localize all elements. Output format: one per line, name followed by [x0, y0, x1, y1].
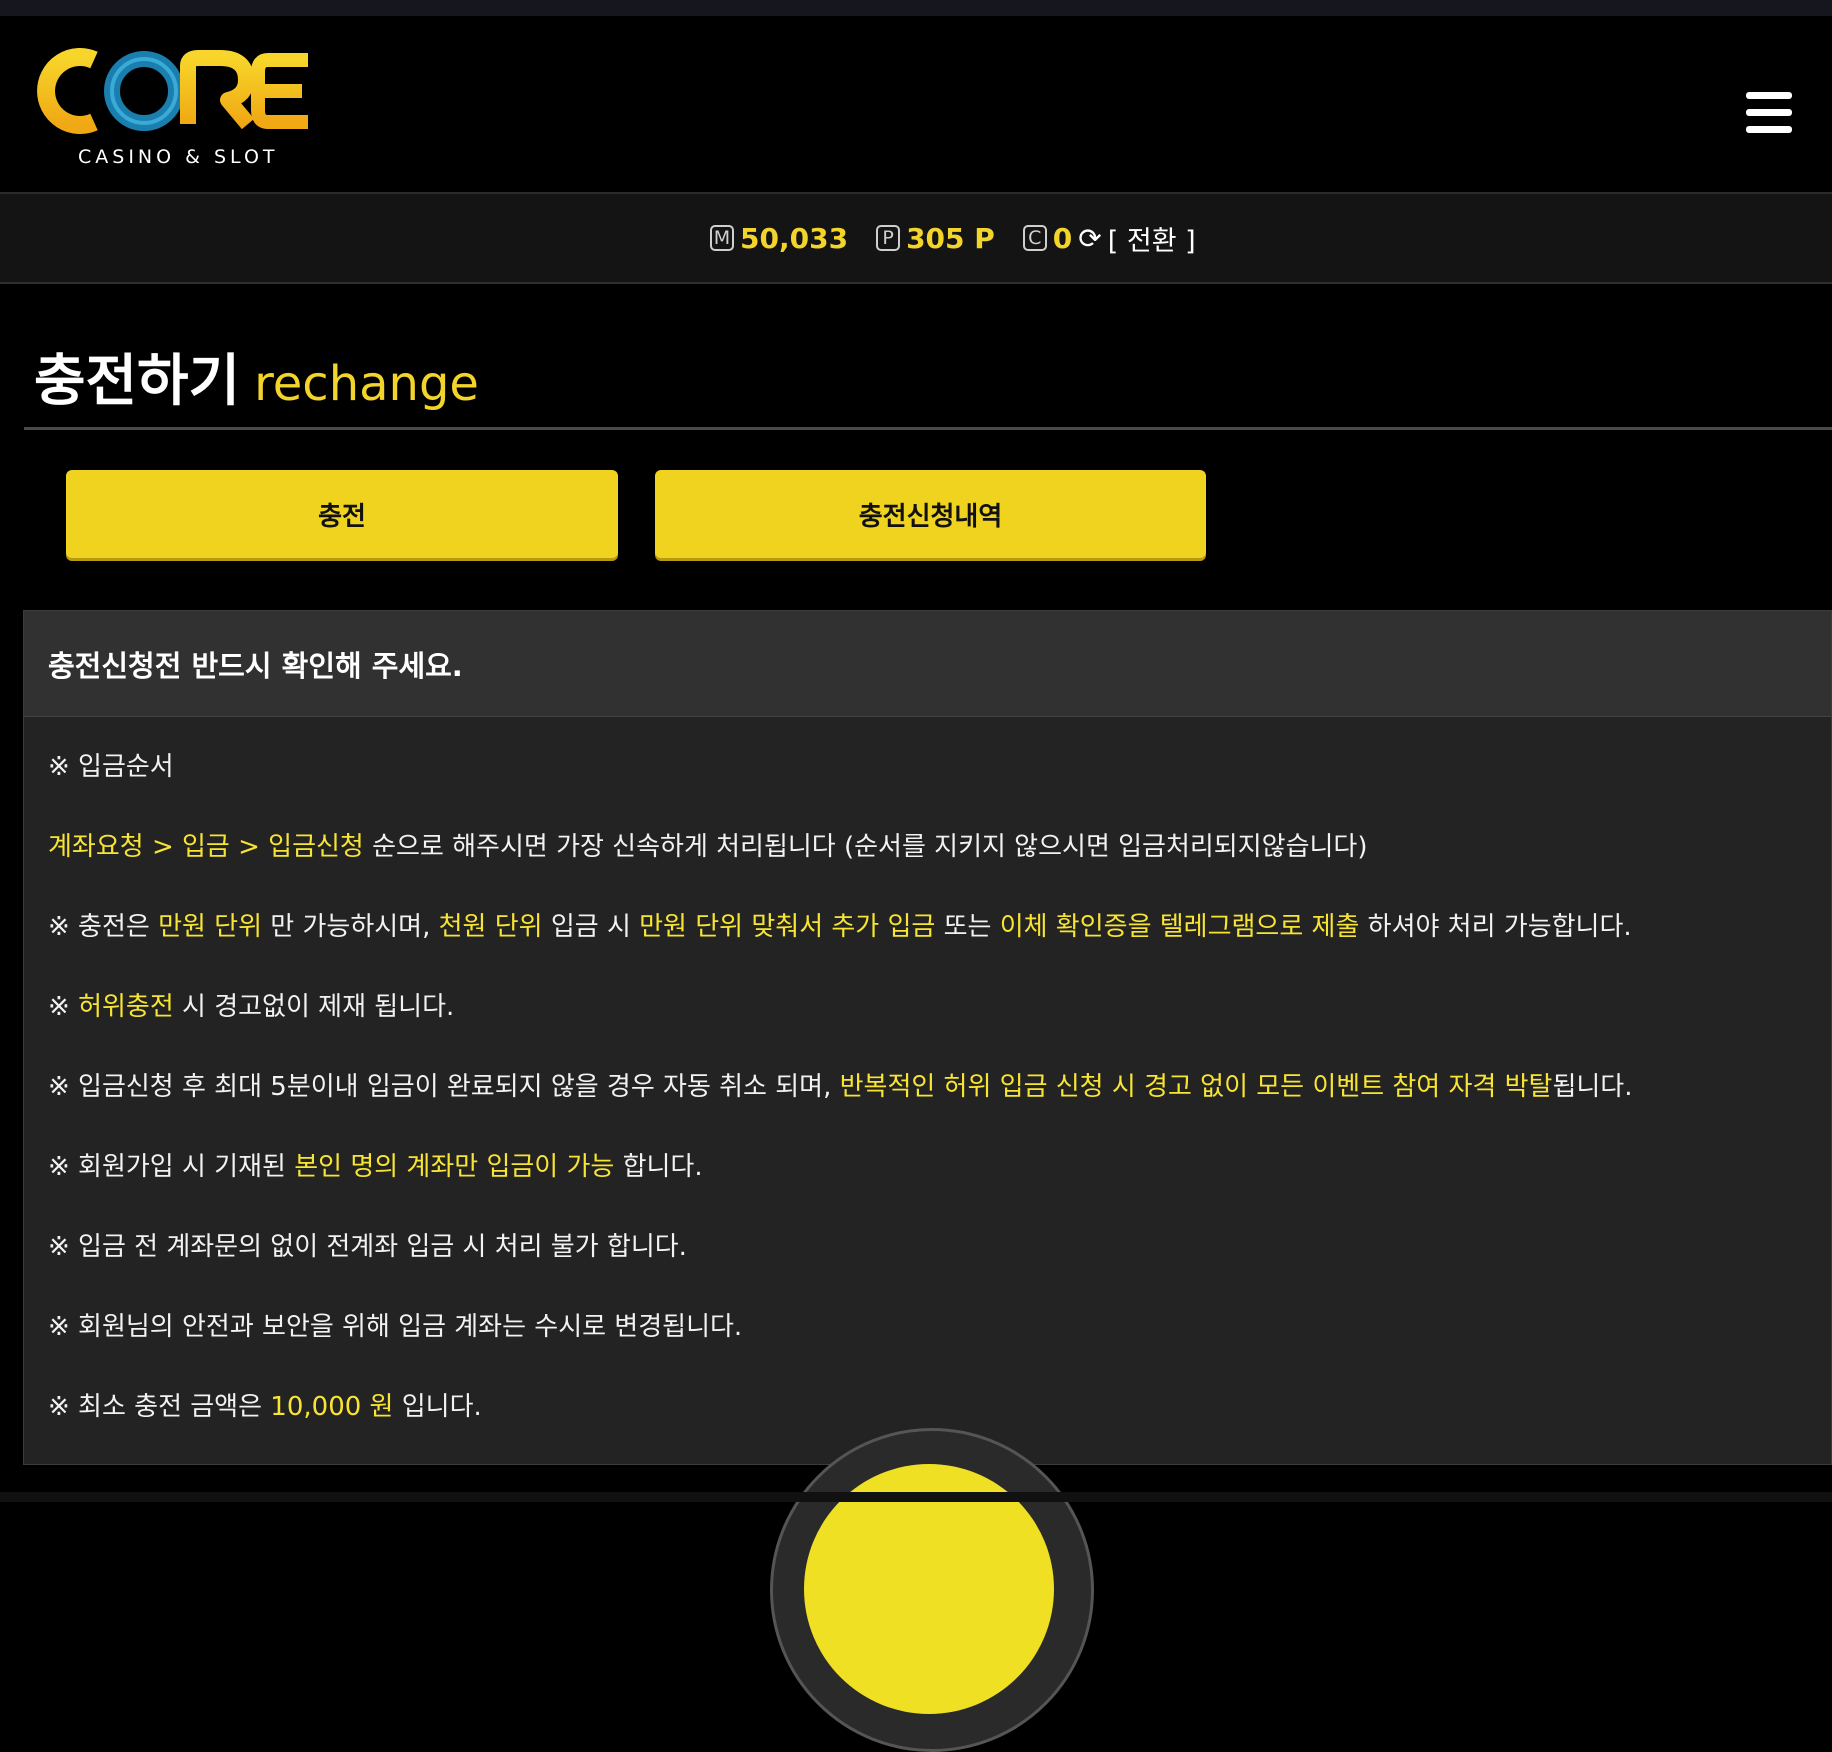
balance-bar: M 50,033 P 305 P C 0 ⟳ [ 전환 ] [0, 194, 1832, 284]
highlight-text: 만원 단위 맞춰서 추가 입금 [639, 912, 936, 942]
coin-balance: 0 [1052, 221, 1073, 255]
notice-line: ※ 회원가입 시 기재된 본인 명의 계좌만 입금이 가능 합니다. [48, 1141, 1831, 1221]
money-icon: M [710, 225, 734, 251]
highlight-text: 계좌요청 > 입금 > 입금신청 [48, 832, 364, 862]
balance-info: M 50,033 P 305 P C 0 ⟳ [ 전환 ] [710, 219, 1196, 258]
notice-text: 만 가능하시며, [262, 912, 439, 942]
point-icon: P [876, 225, 901, 251]
tab-charge[interactable]: 충전 [66, 470, 618, 558]
notice-text: ※ 충전은 [48, 912, 159, 942]
notice-line: ※ 회원님의 안전과 보안을 위해 입금 계좌는 수시로 변경됩니다. [48, 1312, 743, 1342]
notice-text: 됩니다. [1552, 1072, 1633, 1102]
notice-text: ※ [48, 992, 79, 1022]
tab-charge-history[interactable]: 충전신청내역 [655, 470, 1206, 558]
notice-heading: 충전신청전 반드시 확인해 주세요. [48, 648, 463, 683]
money-balance: 50,033 [740, 221, 849, 255]
highlight-text: 본인 명의 계좌만 입금이 가능 [294, 1152, 615, 1182]
highlight-text: 천원 단위 [438, 912, 543, 942]
notice-text: ※ 입금신청 후 최대 5분이내 입금이 완료되지 않을 경우 자동 취소 되며… [48, 1072, 840, 1102]
notice-text: 시 경고없이 제재 됩니다. [173, 992, 455, 1022]
refresh-icon[interactable]: ⟳ [1078, 222, 1101, 255]
hamburger-menu-icon[interactable] [1746, 92, 1792, 134]
coin-icon: C [1022, 225, 1047, 251]
notice-text: 입니다. [393, 1392, 482, 1422]
notice-line: ※ 충전은 만원 단위 만 가능하시며, 천원 단위 입금 시 만원 단위 맞춰… [48, 901, 1831, 981]
notice-text: 입금 시 [542, 912, 640, 942]
notice-panel: 충전신청전 반드시 확인해 주세요. ※ 입금순서 계좌요청 > 입금 > 입금… [23, 610, 1832, 1465]
highlight-text: 만원 단위 [158, 912, 263, 942]
notice-line: 계좌요청 > 입금 > 입금신청 순으로 해주시면 가장 신속하게 처리됩니다 … [48, 821, 1831, 901]
notice-line: ※ 입금순서 [48, 752, 174, 782]
switch-button[interactable]: [ 전환 ] [1108, 219, 1196, 258]
highlight-text: 반복적인 허위 입금 신청 시 경고 없이 모든 이벤트 참여 자격 박탈 [839, 1072, 1553, 1102]
highlight-text: 이체 확인증을 텔레그램으로 제출 [999, 912, 1360, 942]
notice-text: ※ 회원가입 시 기재된 [48, 1152, 295, 1182]
core-logo-mark [37, 48, 308, 134]
title-divider [24, 427, 1832, 430]
highlight-text: 허위충전 [78, 992, 174, 1022]
notice-line: ※ 입금신청 후 최대 5분이내 입금이 완료되지 않을 경우 자동 취소 되며… [48, 1061, 1831, 1141]
notice-text: ※ 최소 충전 금액은 [48, 1392, 271, 1422]
notice-header: 충전신청전 반드시 확인해 주세요. [24, 611, 1831, 717]
notice-line: ※ 허위충전 시 경고없이 제재 됩니다. [48, 981, 1831, 1061]
site-header: CASINO & SLOT [0, 16, 1832, 194]
point-balance: 305 P [906, 221, 995, 255]
highlight-text: 10,000 원 [270, 1392, 394, 1422]
page-title-korean: 충전하기 [34, 349, 241, 414]
notice-text: 합니다. [614, 1152, 703, 1182]
page-title-english: rechange [254, 356, 479, 412]
notice-text: 순으로 해주시면 가장 신속하게 처리됩니다 (순서를 지키지 않으시면 입금처… [363, 832, 1368, 862]
page-title: 충전하기 rechange [34, 336, 479, 417]
bottom-edge [0, 1492, 1832, 1502]
notice-text: 하셔야 처리 가능합니다. [1359, 912, 1632, 942]
notice-body: ※ 입금순서 계좌요청 > 입금 > 입금신청 순으로 해주시면 가장 신속하게… [24, 717, 1831, 1461]
site-logo[interactable]: CASINO & SLOT [32, 46, 312, 176]
notice-text: 또는 [935, 912, 1000, 942]
logo-subtitle: CASINO & SLOT [78, 146, 279, 168]
top-strip [0, 0, 1832, 17]
notice-line: ※ 입금 전 계좌문의 없이 전계좌 입금 시 처리 불가 합니다. [48, 1232, 687, 1262]
